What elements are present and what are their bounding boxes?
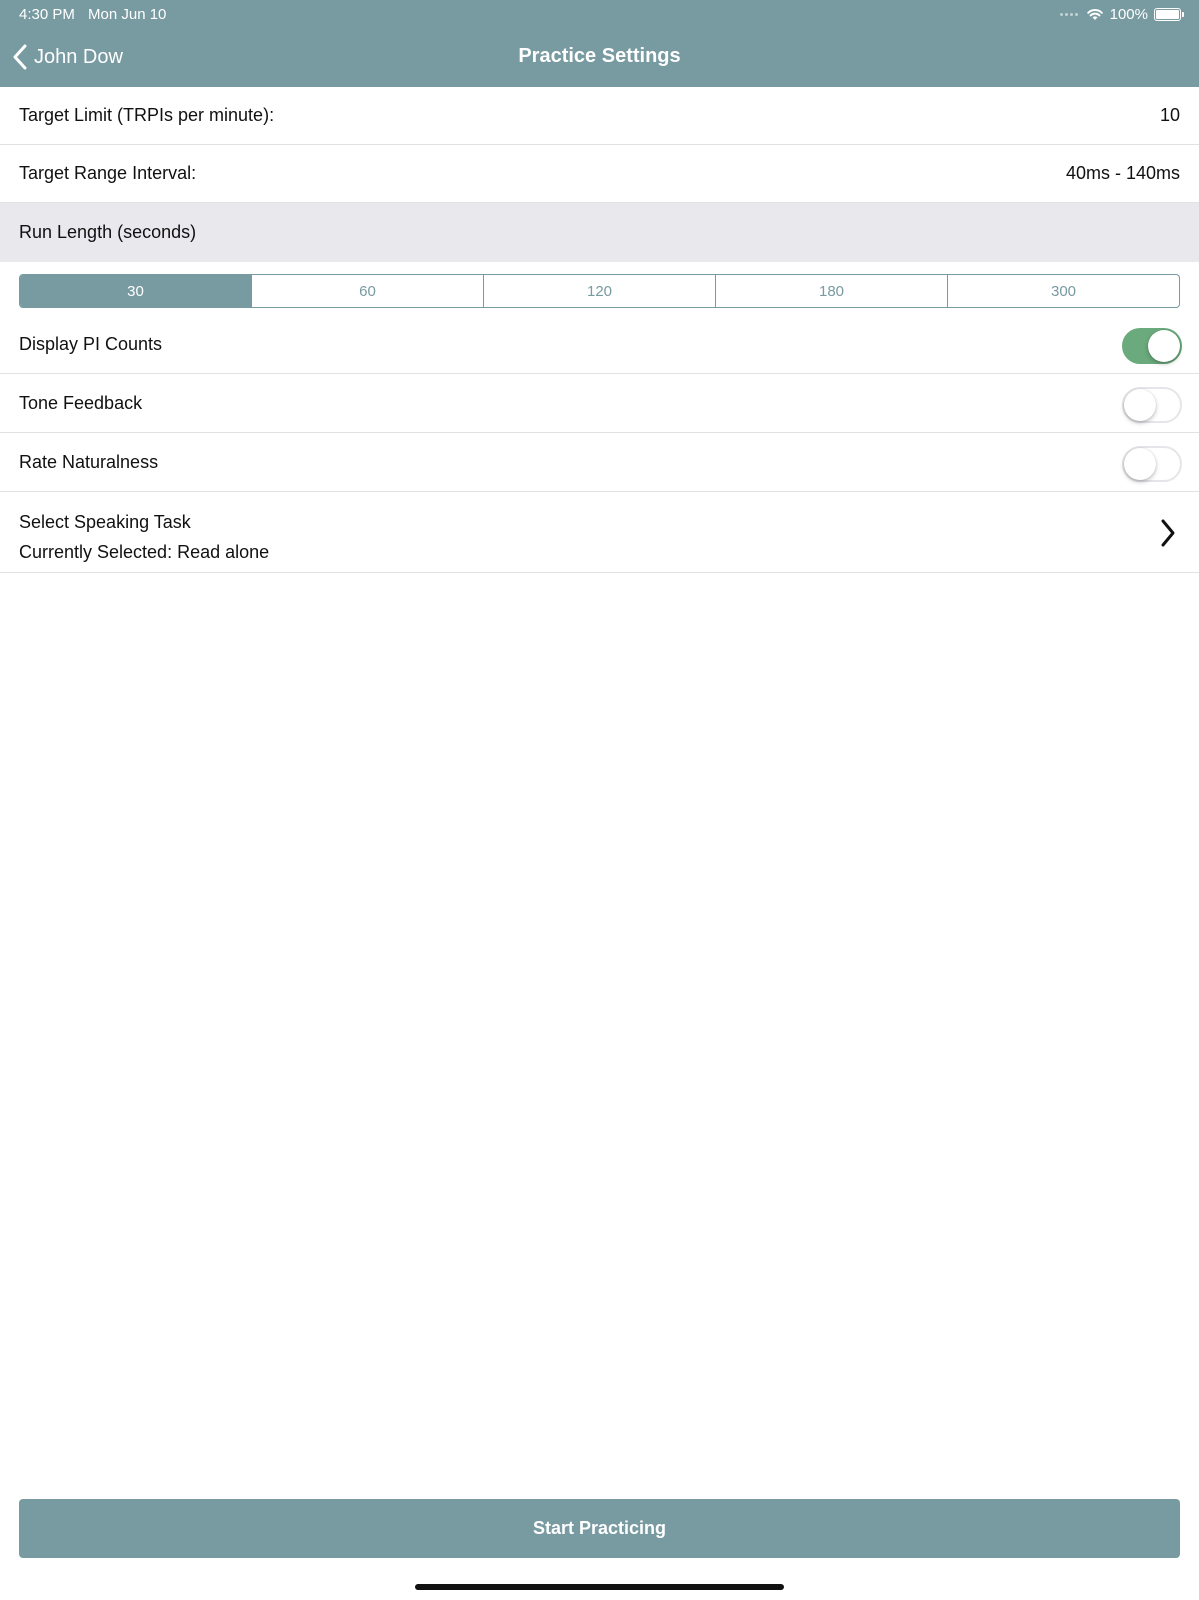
target-range-value: 40ms - 140ms [1065,163,1180,183]
display-pi-counts-toggle[interactable] [1122,328,1182,364]
target-limit-label: Target Limit (TRPIs per minute): [19,105,275,125]
run-length-option-60[interactable]: 60 [251,275,483,307]
display-pi-counts-row: Display PI Counts [0,316,1199,374]
target-range-row[interactable]: Target Range Interval: 40ms - 140ms [0,145,1199,203]
select-speaking-task-row[interactable]: Select Speaking Task Currently Selected:… [0,492,1199,573]
chevron-right-icon [1161,519,1175,547]
status-indicators: 100% [1059,5,1184,23]
tone-feedback-row: Tone Feedback [0,375,1199,433]
rate-naturalness-row: Rate Naturalness [0,434,1199,492]
run-length-segmented-control: 30 60 120 180 300 [19,274,1180,308]
run-length-label: Run Length (seconds) [19,222,197,242]
wifi-icon [1086,8,1103,20]
run-length-option-300[interactable]: 300 [947,275,1179,307]
status-time: 4:30 PM [19,6,75,23]
rate-naturalness-toggle[interactable] [1122,446,1182,482]
start-practicing-button[interactable]: Start Practicing [19,1499,1180,1558]
run-length-option-30[interactable]: 30 [20,275,251,307]
speaking-task-current: Currently Selected: Read alone [19,542,270,562]
home-indicator [415,1584,784,1590]
status-bar: 4:30 PM Mon Jun 10 100% [0,0,1199,28]
rate-naturalness-label: Rate Naturalness [19,452,159,472]
battery-icon [1154,7,1184,21]
target-limit-value: 10 [1159,105,1180,125]
tone-feedback-label: Tone Feedback [19,393,143,413]
run-length-option-120[interactable]: 120 [483,275,715,307]
speaking-task-title: Select Speaking Task [19,512,191,532]
status-date: Mon Jun 10 [88,6,167,23]
practice-settings-screen: 4:30 PM Mon Jun 10 100% John Dow Practic… [0,0,1199,1600]
target-range-label: Target Range Interval: [19,163,197,183]
target-limit-row[interactable]: Target Limit (TRPIs per minute): 10 [0,87,1199,145]
header: 4:30 PM Mon Jun 10 100% John Dow Practic… [0,0,1199,87]
run-length-section-header: Run Length (seconds) [0,203,1199,262]
display-pi-counts-label: Display PI Counts [19,334,163,354]
tone-feedback-toggle[interactable] [1122,387,1182,423]
page-title: Practice Settings [518,45,681,67]
signal-dots-icon [1059,12,1078,16]
run-length-option-180[interactable]: 180 [715,275,947,307]
battery-percent: 100% [1109,5,1148,23]
